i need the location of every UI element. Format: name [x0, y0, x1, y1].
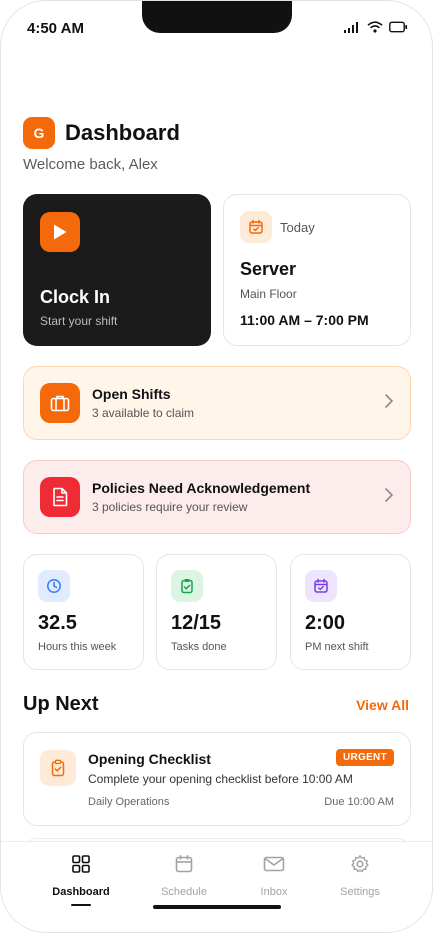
task-title: Opening Checklist	[88, 751, 211, 767]
policies-row[interactable]: Policies Need Acknowledgement 3 policies…	[23, 460, 411, 534]
open-shifts-subtitle: 3 available to claim	[92, 406, 195, 420]
battery-icon	[389, 20, 408, 38]
wifi-icon	[367, 20, 383, 38]
avatar[interactable]: G	[23, 117, 55, 149]
shift-location: Main Floor	[240, 287, 297, 301]
shift-time: 11:00 AM – 7:00 PM	[240, 312, 369, 328]
shift-day-label: Today	[280, 219, 315, 235]
calendar-check-icon	[240, 211, 272, 243]
document-icon	[40, 477, 80, 517]
stat-hours-value: 32.5	[38, 612, 77, 634]
stat-tasks-label: Tasks done	[171, 641, 227, 653]
stat-next-shift-label: PM next shift	[305, 641, 369, 653]
policies-subtitle: 3 policies require your review	[92, 500, 248, 514]
bottom-nav: Dashboard Schedule Inbox Settings	[1, 841, 432, 932]
calendar-icon	[174, 854, 194, 879]
clock-in-card[interactable]: Clock In Start your shift	[23, 194, 211, 346]
status-bar: 4:50 AM	[1, 1, 432, 53]
today-shift-card[interactable]: Today Server Main Floor 11:00 AM – 7:00 …	[223, 194, 411, 346]
grid-icon	[71, 854, 91, 879]
page-title: Dashboard	[65, 120, 180, 145]
stat-hours-label: Hours this week	[38, 641, 117, 653]
clock-icon	[38, 570, 70, 602]
open-shifts-title: Open Shifts	[92, 386, 171, 402]
nav-settings[interactable]: Settings	[315, 854, 405, 898]
briefcase-icon	[40, 383, 80, 423]
clock-in-subtitle: Start your shift	[40, 314, 118, 328]
stat-tasks-value: 12/15	[171, 612, 222, 634]
stat-next-shift-value: 2:00	[305, 612, 346, 634]
signal-icon	[344, 20, 361, 38]
clock-in-title: Clock In	[40, 287, 111, 307]
nav-dashboard-label: Dashboard	[52, 886, 110, 898]
play-icon	[40, 212, 80, 252]
nav-inbox[interactable]: Inbox	[229, 854, 319, 898]
home-indicator	[153, 905, 281, 909]
task-card[interactable]: Opening Checklist URGENT Complete your o…	[23, 732, 411, 826]
nav-settings-label: Settings	[340, 886, 380, 898]
nav-inbox-label: Inbox	[260, 886, 288, 898]
shift-role: Server	[240, 259, 297, 279]
nav-dashboard[interactable]: Dashboard	[36, 854, 126, 906]
welcome-text: Welcome back, Alex	[23, 156, 158, 173]
stat-next-shift[interactable]: 2:00 PM next shift	[290, 554, 411, 670]
up-next-title: Up Next	[23, 693, 99, 715]
status-icons	[344, 20, 408, 38]
chevron-right-icon	[384, 393, 394, 414]
clipboard-icon	[40, 750, 76, 786]
status-time: 4:50 AM	[27, 20, 84, 37]
view-all-link[interactable]: View All	[356, 697, 409, 713]
notch	[142, 1, 292, 33]
nav-schedule-label: Schedule	[161, 886, 207, 898]
active-indicator	[71, 904, 91, 906]
clipboard-check-icon	[171, 570, 203, 602]
stat-tasks[interactable]: 12/15 Tasks done	[156, 554, 277, 670]
task-due: Due 10:00 AM	[324, 796, 394, 808]
header: G Dashboard	[23, 117, 180, 149]
task-category: Daily Operations	[88, 796, 170, 808]
phone-frame: 4:50 AM G Dashboard Welcome back, Alex C…	[0, 0, 433, 933]
task-description: Complete your opening checklist before 1…	[88, 772, 353, 786]
urgent-badge: URGENT	[335, 749, 394, 766]
mail-icon	[263, 854, 285, 879]
chevron-right-icon	[384, 487, 394, 508]
calendar-check-icon	[305, 570, 337, 602]
shift-card-header: Today	[240, 211, 394, 243]
nav-schedule[interactable]: Schedule	[139, 854, 229, 898]
policies-title: Policies Need Acknowledgement	[92, 480, 311, 496]
gear-icon	[350, 854, 370, 879]
stat-hours[interactable]: 32.5 Hours this week	[23, 554, 144, 670]
open-shifts-row[interactable]: Open Shifts 3 available to claim	[23, 366, 411, 440]
